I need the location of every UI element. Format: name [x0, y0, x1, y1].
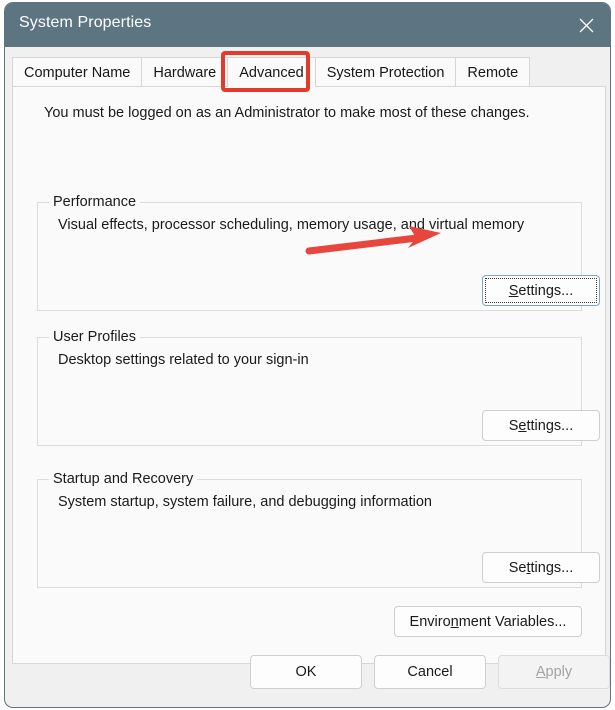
system-properties-window: System Properties Computer Name Hardware…	[4, 2, 611, 708]
user-profiles-description: Desktop settings related to your sign-in	[58, 352, 309, 368]
user-profiles-settings-button[interactable]: Settings...	[482, 410, 600, 441]
dialog-body: Computer Name Hardware Advanced System P…	[5, 47, 610, 707]
performance-group: Performance Visual effects, processor sc…	[37, 202, 582, 311]
performance-description: Visual effects, processor scheduling, me…	[58, 217, 524, 233]
startup-recovery-group: Startup and Recovery System startup, sys…	[37, 479, 582, 588]
user-profiles-group-legend: User Profiles	[49, 329, 140, 345]
apply-button[interactable]: Apply	[498, 655, 610, 689]
user-profiles-group: User Profiles Desktop settings related t…	[37, 337, 582, 446]
tab-hardware[interactable]: Hardware	[141, 57, 228, 87]
startup-recovery-group-legend: Startup and Recovery	[49, 471, 197, 487]
tab-advanced[interactable]: Advanced	[227, 57, 316, 87]
startup-recovery-settings-label: Settings...	[509, 560, 574, 576]
environment-variables-button[interactable]: Environment Variables...	[394, 606, 582, 637]
apply-label: Apply	[536, 664, 572, 680]
tab-strip: Computer Name Hardware Advanced System P…	[12, 57, 529, 87]
tab-remote[interactable]: Remote	[455, 57, 530, 87]
performance-settings-button[interactable]: Settings...	[482, 275, 600, 306]
tab-computer-name[interactable]: Computer Name	[12, 57, 142, 87]
title-bar[interactable]: System Properties	[5, 3, 610, 47]
cancel-button[interactable]: Cancel	[374, 655, 486, 689]
performance-settings-label: Settings...	[509, 283, 573, 299]
user-profiles-settings-label: Settings...	[509, 418, 574, 434]
ok-button[interactable]: OK	[250, 655, 362, 689]
close-icon[interactable]	[563, 3, 610, 47]
window-title: System Properties	[19, 14, 151, 32]
tab-system-protection[interactable]: System Protection	[315, 57, 457, 87]
environment-variables-label: Environment Variables...	[410, 614, 567, 630]
startup-recovery-settings-button[interactable]: Settings...	[482, 552, 600, 583]
close-x-icon	[578, 17, 595, 34]
performance-group-legend: Performance	[49, 194, 140, 210]
startup-recovery-description: System startup, system failure, and debu…	[58, 494, 432, 510]
administrator-note: You must be logged on as an Administrato…	[44, 105, 530, 121]
advanced-tab-panel: You must be logged on as an Administrato…	[12, 86, 606, 664]
dialog-footer: OK Cancel Apply	[5, 641, 610, 707]
